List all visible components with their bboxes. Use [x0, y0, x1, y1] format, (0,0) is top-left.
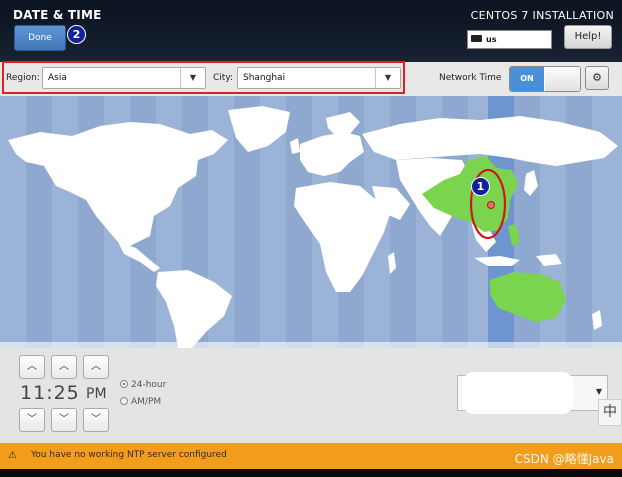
region-label: Region:	[6, 73, 40, 83]
installation-title: CENTOS 7 INSTALLATION	[470, 9, 614, 22]
network-time-label: Network Time	[439, 73, 502, 83]
step-badge-2: 2	[67, 25, 86, 44]
hour-up-button[interactable]: ︿	[19, 355, 45, 379]
ampm-up-button[interactable]: ︿	[83, 355, 109, 379]
world-map[interactable]	[0, 96, 622, 348]
time-separator: :	[46, 382, 54, 404]
city-value: Shanghai	[243, 73, 286, 83]
network-time-on-label: ON	[510, 67, 544, 91]
ntp-warning-bar: ⚠ You have no working NTP server configu…	[0, 443, 622, 469]
watermark: CSDN @略懂Java	[514, 452, 614, 466]
page-title: DATE & TIME	[13, 8, 102, 22]
hour-down-button[interactable]: ﹀	[19, 408, 45, 432]
chevron-down-icon: ﹀	[27, 414, 37, 425]
location-pin-icon[interactable]	[487, 201, 495, 209]
header-bar: DATE & TIME Done 2 CENTOS 7 INSTALLATION…	[0, 0, 622, 62]
minute-up-button[interactable]: ︿	[51, 355, 77, 379]
radio-unselected-icon	[120, 396, 128, 405]
switch-knob	[545, 67, 580, 91]
city-label: City:	[213, 73, 234, 83]
warning-icon: ⚠	[8, 450, 17, 461]
format-24h-label: 24-hour	[131, 380, 167, 390]
help-button[interactable]: Help!	[564, 25, 612, 49]
chevron-up-icon: ︿	[59, 361, 69, 372]
ntp-settings-button[interactable]: ⚙	[585, 66, 609, 90]
chevron-up-icon: ︿	[27, 361, 37, 372]
region-combo[interactable]: Asia ▼	[42, 67, 206, 89]
region-dropdown-arrow-icon[interactable]: ▼	[180, 68, 205, 88]
network-time-switch[interactable]: ON	[509, 66, 581, 92]
keyboard-layout-indicator[interactable]: us	[467, 30, 552, 49]
timezone-map[interactable]: 1	[0, 96, 622, 348]
format-ampm-radio[interactable]: AM/PM	[120, 396, 162, 407]
input-method-indicator[interactable]: 中	[598, 399, 622, 426]
warning-message: You have no working NTP server configure…	[31, 450, 227, 460]
done-button[interactable]: Done	[14, 25, 66, 51]
city-combo[interactable]: Shanghai ▼	[237, 67, 401, 89]
step-badge-1: 1	[471, 177, 490, 196]
bottom-strip	[0, 469, 622, 477]
redaction-blob	[462, 372, 574, 414]
gear-icon: ⚙	[592, 71, 602, 84]
keyboard-layout-label: us	[486, 35, 497, 44]
chevron-down-icon: ﹀	[59, 414, 69, 425]
keyboard-icon	[471, 35, 482, 42]
hours-value: 11	[20, 382, 47, 404]
chevron-up-icon: ︿	[91, 361, 101, 372]
ampm-down-button[interactable]: ﹀	[83, 408, 109, 432]
format-24h-radio[interactable]: 24-hour	[120, 379, 167, 390]
time-display: 11:25	[20, 382, 80, 404]
radio-selected-icon	[120, 379, 128, 388]
minutes-value: 25	[53, 382, 80, 404]
city-dropdown-arrow-icon[interactable]: ▼	[375, 68, 400, 88]
ampm-value: PM	[86, 386, 107, 402]
region-value: Asia	[48, 73, 67, 83]
chevron-down-icon: ▼	[595, 387, 602, 396]
chevron-down-icon: ﹀	[91, 414, 101, 425]
minute-down-button[interactable]: ﹀	[51, 408, 77, 432]
format-ampm-label: AM/PM	[131, 397, 162, 407]
